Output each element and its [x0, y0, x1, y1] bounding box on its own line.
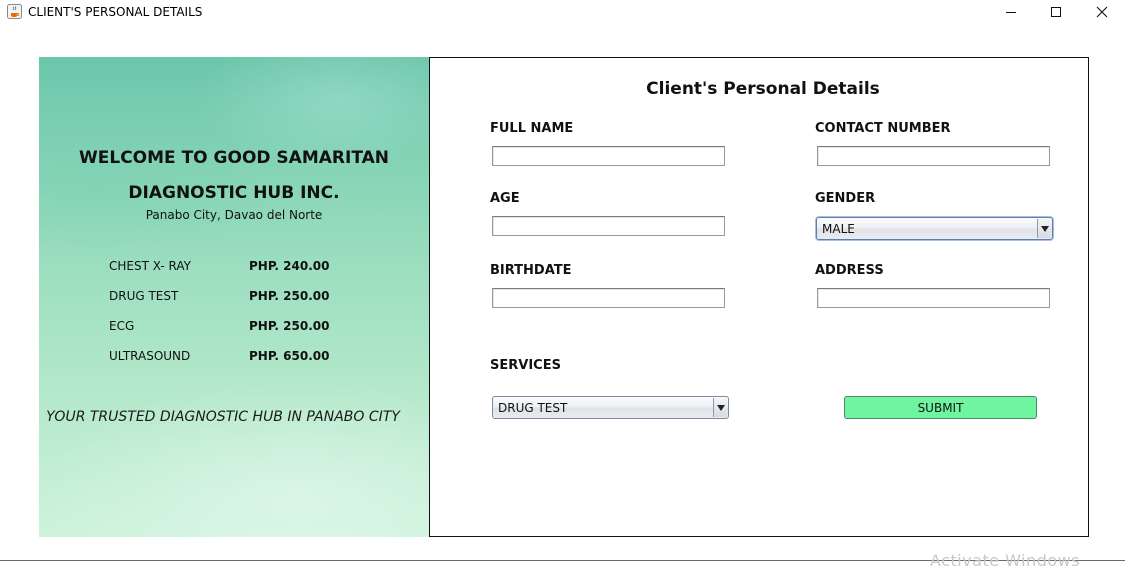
- contact-number-field[interactable]: [817, 146, 1050, 166]
- service-name-chest-xray: CHEST X- RAY: [109, 259, 191, 273]
- services-label: SERVICES: [490, 358, 561, 373]
- age-field[interactable]: [492, 216, 725, 236]
- minimize-icon: [1006, 12, 1016, 13]
- birthdate-label: BIRTHDATE: [490, 263, 572, 278]
- title-bar: CLIENT'S PERSONAL DETAILS: [0, 0, 1125, 24]
- promo-tagline: YOUR TRUSTED DIAGNOSTIC HUB IN PANABO CI…: [46, 409, 400, 425]
- promo-panel: WELCOME TO GOOD SAMARITAN DIAGNOSTIC HUB…: [39, 57, 429, 537]
- promo-title-line1: WELCOME TO GOOD SAMARITAN: [79, 148, 389, 168]
- service-name-drug-test: DRUG TEST: [109, 289, 179, 303]
- minimize-button[interactable]: [989, 0, 1033, 24]
- form-title: Client's Personal Details: [646, 79, 880, 99]
- contact-number-label: CONTACT NUMBER: [815, 121, 951, 136]
- client-details-form: Client's Personal Details FULL NAME CONT…: [429, 57, 1089, 537]
- services-select[interactable]: DRUG TEST: [492, 396, 729, 419]
- birthdate-field[interactable]: [492, 288, 725, 308]
- service-price-ecg: PHP. 250.00: [249, 319, 330, 333]
- close-button[interactable]: [1080, 0, 1124, 24]
- promo-location: Panabo City, Davao del Norte: [145, 208, 323, 222]
- services-selected-value: DRUG TEST: [498, 401, 568, 415]
- gender-label: GENDER: [815, 191, 876, 206]
- chevron-down-icon[interactable]: [713, 398, 727, 417]
- address-field[interactable]: [817, 288, 1050, 308]
- java-cup-icon: [7, 4, 22, 19]
- service-price-ultrasound: PHP. 650.00: [249, 349, 330, 363]
- submit-button[interactable]: SUBMIT: [844, 396, 1037, 419]
- activate-windows-watermark: Activate Windows: [930, 551, 1081, 570]
- service-name-ultrasound: ULTRASOUND: [109, 349, 191, 363]
- age-label: AGE: [490, 191, 520, 206]
- address-label: ADDRESS: [815, 263, 884, 278]
- window-title: CLIENT'S PERSONAL DETAILS: [28, 5, 203, 19]
- service-name-ecg: ECG: [109, 319, 135, 333]
- gender-selected-value: MALE: [822, 222, 855, 236]
- full-name-label: FULL NAME: [490, 121, 574, 136]
- maximize-button[interactable]: [1034, 0, 1078, 24]
- promo-title-line2: DIAGNOSTIC HUB INC.: [128, 183, 340, 203]
- service-price-chest-xray: PHP. 240.00: [249, 259, 330, 273]
- close-icon: [1096, 6, 1108, 18]
- full-name-field[interactable]: [492, 146, 725, 166]
- chevron-down-icon[interactable]: [1037, 219, 1051, 238]
- gender-select[interactable]: MALE: [816, 217, 1053, 240]
- service-price-drug-test: PHP. 250.00: [249, 289, 330, 303]
- maximize-icon: [1051, 7, 1061, 17]
